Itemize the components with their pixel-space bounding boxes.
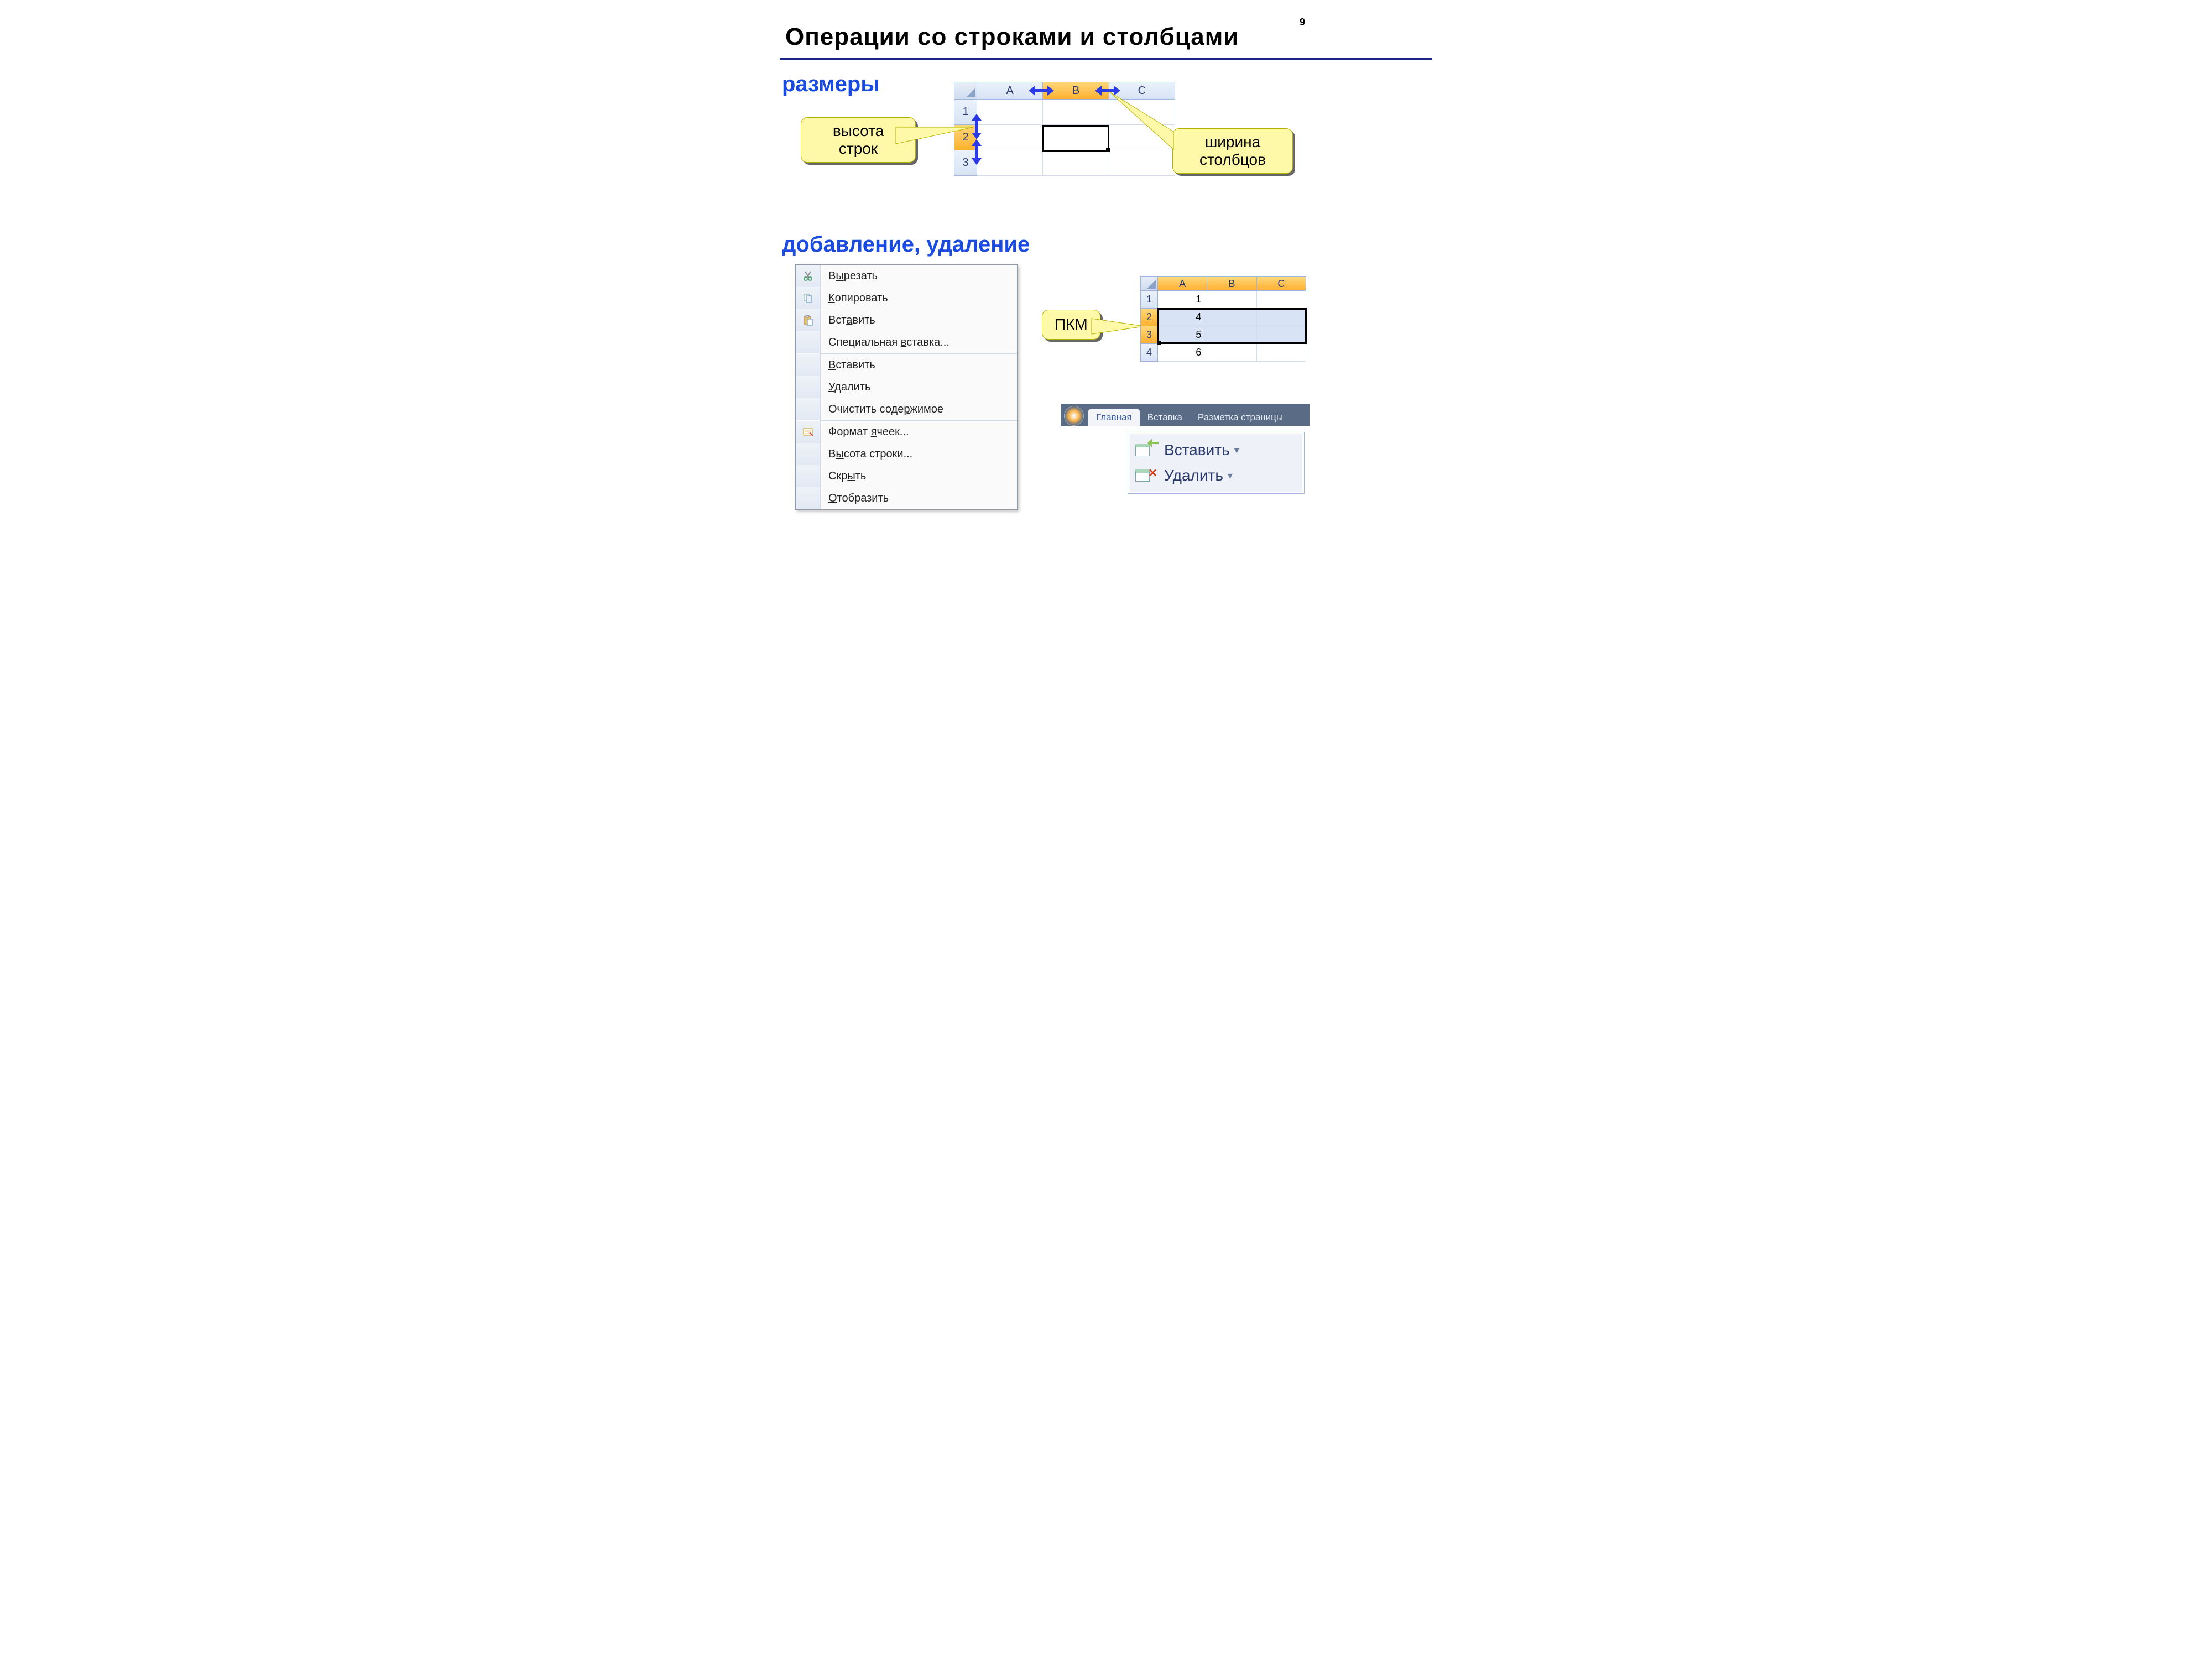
menu-item[interactable]: Специальная вставка...: [796, 331, 1017, 353]
menu-item-label: Формат ячеек...: [821, 426, 909, 439]
copy-icon: [796, 287, 821, 309]
menu-item[interactable]: Скрыть: [796, 465, 1017, 487]
cell[interactable]: 1: [1158, 291, 1207, 309]
paste-icon: [796, 309, 821, 331]
ribbon-tabs: Главная Вставка Разметка страницы: [1061, 404, 1310, 426]
select-all-corner[interactable]: [954, 82, 977, 100]
delete-icon: ✕: [1135, 466, 1159, 485]
menu-item-label: Вставить: [821, 314, 875, 327]
cell[interactable]: [1109, 150, 1175, 176]
format-icon: [796, 421, 821, 443]
cell[interactable]: [1257, 291, 1306, 309]
col-header-a[interactable]: A: [1158, 276, 1207, 291]
page-number: 9: [1300, 17, 1305, 28]
row-header[interactable]: 4: [1140, 344, 1158, 362]
row-header[interactable]: 1: [1140, 291, 1158, 309]
blank-icon: [796, 465, 821, 487]
menu-item[interactable]: Удалить: [796, 376, 1017, 398]
menu-item-label: Отобразить: [821, 492, 889, 505]
delete-label: Удалить: [1164, 467, 1223, 484]
cell[interactable]: [1043, 100, 1109, 125]
menu-item[interactable]: Вставить: [796, 309, 1017, 331]
insert-button[interactable]: Вставить ▾: [1135, 437, 1297, 463]
cut-icon: [796, 265, 821, 287]
section-sizes: размеры: [782, 72, 879, 97]
cell[interactable]: [1109, 100, 1175, 125]
cell[interactable]: 6: [1158, 344, 1207, 362]
cell[interactable]: [977, 100, 1043, 125]
menu-item-label: Удалить: [821, 381, 870, 394]
resize-arrow-12: [972, 114, 982, 139]
blank-icon: [796, 443, 821, 465]
blank-icon: [796, 376, 821, 398]
row-header[interactable]: 3: [1140, 326, 1158, 344]
tab-insert[interactable]: Вставка: [1140, 409, 1190, 426]
cell[interactable]: [1257, 344, 1306, 362]
col-header-c[interactable]: C: [1257, 276, 1306, 291]
blank-icon: [796, 331, 821, 353]
col-header-b[interactable]: B: [1207, 276, 1256, 291]
insert-icon: [1135, 441, 1159, 460]
row-header[interactable]: 2: [1140, 309, 1158, 326]
menu-item-label: Вставить: [821, 359, 875, 372]
section-add-delete: добавление, удаление: [782, 232, 1030, 257]
blank-icon: [796, 398, 821, 420]
menu-item[interactable]: Отобразить: [796, 487, 1017, 509]
insert-label: Вставить: [1164, 441, 1230, 459]
delete-button[interactable]: ✕ Удалить ▾: [1135, 463, 1297, 488]
active-cell-outline: [1042, 125, 1109, 152]
dropdown-icon[interactable]: ▾: [1234, 445, 1239, 456]
callout-col-width: ширина столбцов: [1172, 128, 1293, 174]
row-selection-outline: [1157, 308, 1307, 344]
menu-item-label: Высота строки...: [821, 448, 912, 461]
menu-item[interactable]: Очистить содержимое: [796, 398, 1017, 420]
select-all-corner[interactable]: [1140, 276, 1158, 291]
callout-row-height: высота строк: [801, 117, 916, 163]
menu-item-label: Скрыть: [821, 470, 866, 483]
cell[interactable]: [1207, 344, 1256, 362]
blank-icon: [796, 487, 821, 509]
cell[interactable]: [1207, 291, 1256, 309]
cell[interactable]: [977, 125, 1043, 150]
cell[interactable]: [1109, 125, 1175, 150]
menu-item-label: Копировать: [821, 292, 888, 305]
cell[interactable]: [977, 150, 1043, 176]
slide-title: Операции со строками и столбцами: [785, 23, 1239, 51]
callout-rmb: ПКМ: [1042, 310, 1100, 340]
tab-page-layout[interactable]: Разметка страницы: [1190, 409, 1291, 426]
spreadsheet-selection: A B C 11243546: [1140, 276, 1306, 362]
context-menu: Вырезать Копировать Вставить Специальная вс…: [795, 264, 1018, 510]
office-button[interactable]: [1064, 406, 1084, 426]
dropdown-icon[interactable]: ▾: [1228, 470, 1233, 482]
menu-item[interactable]: Вырезать: [796, 265, 1017, 287]
menu-item-label: Очистить содержимое: [821, 403, 943, 416]
menu-item[interactable]: Формат ячеек...: [796, 421, 1017, 443]
menu-item-label: Вырезать: [821, 270, 878, 283]
insert-delete-panel: Вставить ▾ ✕ Удалить ▾: [1128, 432, 1304, 493]
menu-item-label: Специальная вставка...: [821, 336, 950, 349]
tab-home[interactable]: Главная: [1088, 409, 1140, 426]
menu-item[interactable]: Копировать: [796, 287, 1017, 309]
resize-arrow-ab: [1029, 86, 1054, 96]
spreadsheet-sizes: A B C 1 2 3: [954, 82, 1175, 176]
menu-item[interactable]: Высота строки...: [796, 443, 1017, 465]
blank-icon: [796, 354, 821, 376]
menu-item[interactable]: Вставить: [796, 354, 1017, 376]
resize-arrow-bc: [1095, 86, 1120, 96]
cell[interactable]: [1043, 150, 1109, 176]
title-rule: [780, 58, 1432, 60]
resize-arrow-23: [972, 139, 982, 165]
